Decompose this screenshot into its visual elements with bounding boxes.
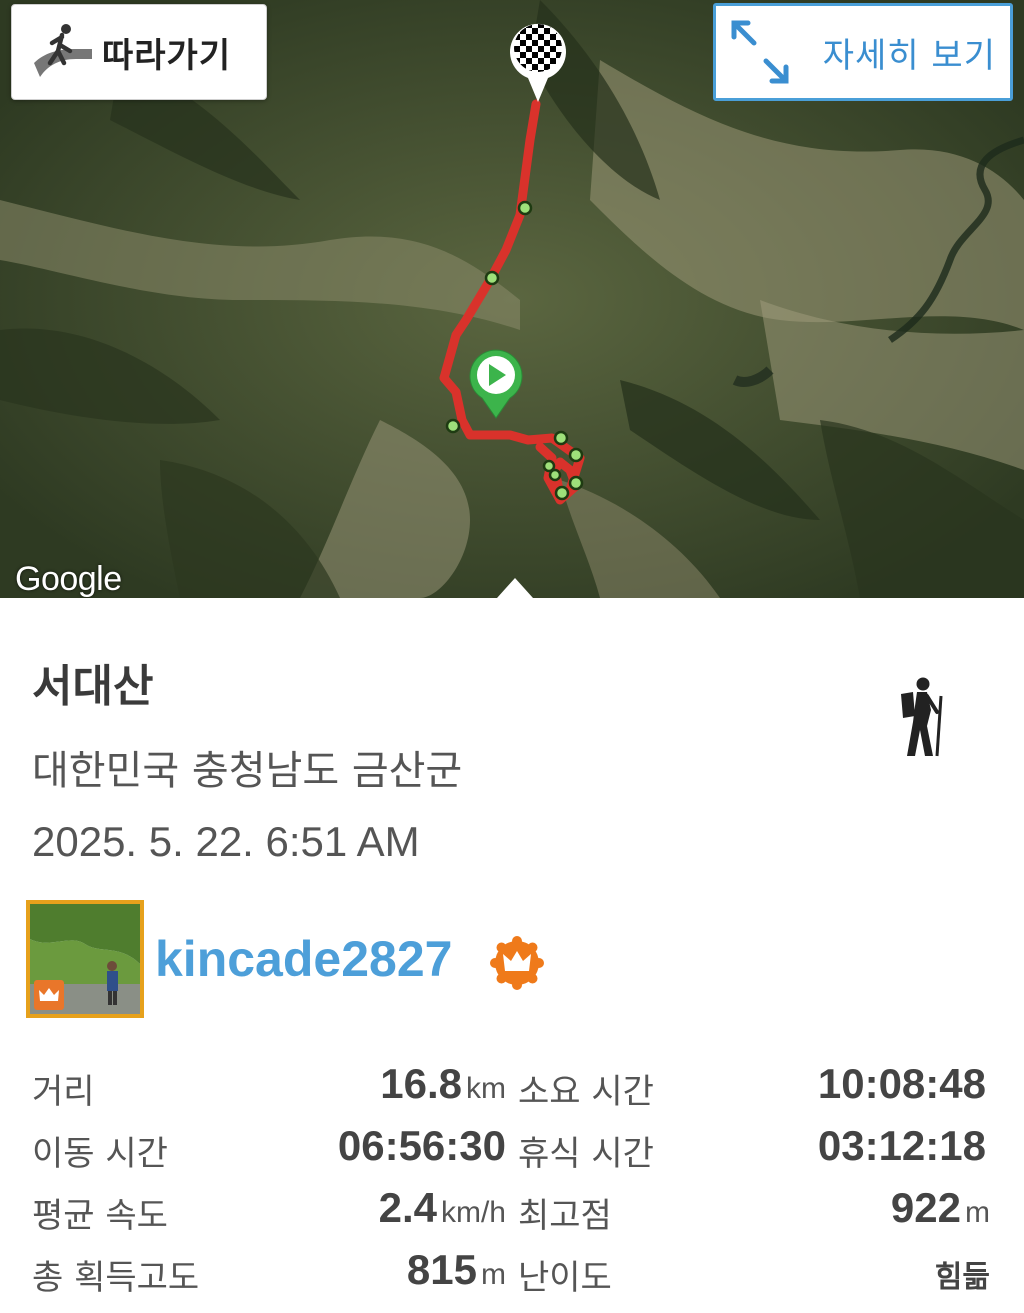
google-attribution: Google — [15, 560, 122, 598]
max-elevation-value: 922 — [890, 1184, 961, 1231]
detail-label: 자세히 보기 — [822, 35, 996, 76]
avatar-crown-icon — [39, 988, 59, 1001]
duration-value: 10:08:48 — [817, 1060, 986, 1107]
total-ascent-value-group: 815 m — [407, 1246, 506, 1294]
difficulty-label: 난이도 — [518, 1258, 612, 1298]
max-elevation-label: 최고점 — [518, 1196, 612, 1236]
activity-title: 서대산 — [32, 661, 154, 712]
avg-speed-value-group: 2.4 km/h — [379, 1184, 506, 1232]
avatar-crown-badge — [34, 980, 64, 1010]
rest-time-value-group: 03:12:18 — [818, 1122, 986, 1170]
user-avatar[interactable] — [26, 900, 144, 1018]
rest-time-value: 03:12:18 — [817, 1122, 986, 1169]
follow-walker-icon — [34, 24, 92, 77]
crown-icon — [490, 936, 544, 990]
activity-location: 대한민국 충청남도 금산군 — [32, 748, 463, 794]
username[interactable]: kincade2827 — [155, 930, 452, 988]
difficulty-value-group: 힘듦 — [935, 1252, 990, 1296]
distance-value-group: 16.8 km — [380, 1060, 506, 1108]
activity-datetime: 2025. 5. 22. 6:51 AM — [32, 818, 420, 865]
moving-time-label: 이동 시간 — [32, 1134, 168, 1174]
max-elevation-value-group: 922 m — [891, 1184, 990, 1232]
activity-info-panel: 서대산 대한민국 충청남도 금산군 2025. 5. 22. 6:51 AM k… — [0, 598, 1024, 1313]
avg-speed-label: 평균 속도 — [32, 1196, 168, 1236]
follow-button[interactable]: 따라가기 — [11, 4, 267, 100]
duration-value-group: 10:08:48 — [818, 1060, 986, 1108]
moving-time-value-group: 06:56:30 — [338, 1122, 506, 1170]
distance-value: 16.8 — [380, 1060, 462, 1107]
total-ascent-value: 815 — [406, 1246, 477, 1293]
max-elevation-unit: m — [965, 1196, 990, 1229]
map-pointer-notch — [497, 578, 533, 598]
route-map[interactable]: 따라가기 자세히 보기 Google — [0, 0, 1024, 598]
follow-label: 따라가기 — [102, 35, 232, 76]
difficulty-value: 힘듦 — [934, 1260, 990, 1295]
finish-flag-marker[interactable] — [508, 16, 568, 104]
detail-view-button[interactable]: 자세히 보기 — [713, 3, 1013, 101]
total-ascent-label: 총 획득고도 — [32, 1258, 200, 1298]
avg-speed-unit: km/h — [440, 1196, 506, 1229]
distance-label: 거리 — [32, 1072, 95, 1112]
expand-icon — [731, 20, 789, 84]
hiker-icon — [901, 677, 943, 757]
start-marker[interactable] — [468, 348, 524, 420]
duration-label: 소요 시간 — [518, 1072, 654, 1112]
moving-time-value: 06:56:30 — [337, 1122, 506, 1169]
avg-speed-value: 2.4 — [378, 1184, 437, 1231]
distance-unit: km — [466, 1072, 506, 1105]
total-ascent-unit: m — [481, 1258, 506, 1291]
rest-time-label: 휴식 시간 — [518, 1134, 654, 1174]
